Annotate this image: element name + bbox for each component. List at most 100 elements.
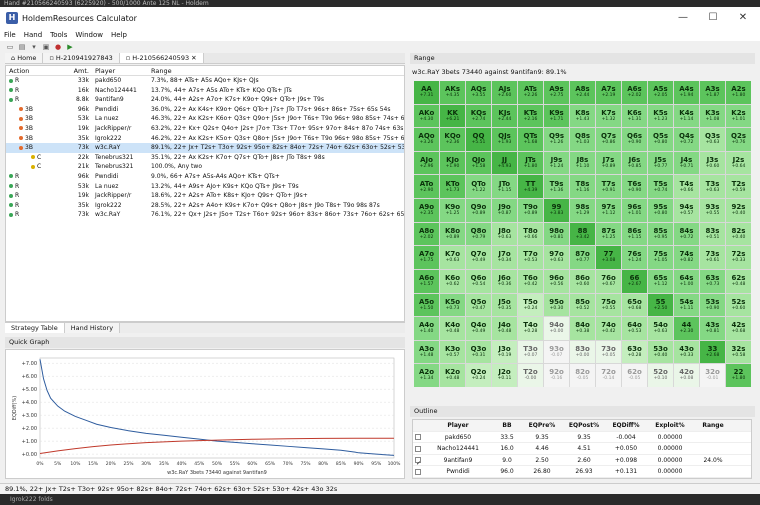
range-cell[interactable]: Q3s +0.63: [700, 128, 725, 151]
range-cell[interactable]: Q4o +0.49: [466, 317, 491, 340]
range-cell[interactable]: 42o +0.08: [674, 364, 699, 387]
range-cell[interactable]: A6o +1.57: [414, 269, 439, 293]
col-exploit[interactable]: Exploit%: [647, 420, 693, 431]
range-cell[interactable]: AA +7.31: [414, 81, 439, 104]
table-row[interactable]: C 22k Tenebrus321 35.1%, 22+ Ax K2s+ K7o+ Q…: [6, 153, 404, 163]
menu-help[interactable]: Help: [107, 29, 131, 41]
range-cell[interactable]: J2s +0.64: [726, 151, 751, 175]
player-checkbox[interactable]: [415, 434, 421, 440]
range-cell[interactable]: 92s +0.40: [726, 199, 751, 222]
range-cell[interactable]: 53o +0.40: [648, 340, 673, 364]
range-cell[interactable]: A8s +2.44: [570, 81, 595, 104]
range-cell[interactable]: K7o +0.63: [440, 246, 465, 269]
range-cell[interactable]: K3s +1.08: [700, 104, 725, 128]
range-cell[interactable]: 98s +1.29: [570, 199, 595, 222]
range-cell[interactable]: KTs +2.16: [518, 104, 543, 128]
maximize-button[interactable]: ☐: [698, 7, 728, 29]
range-cell[interactable]: 65o +0.68: [622, 293, 647, 317]
range-cell[interactable]: J5o +0.35: [492, 293, 517, 317]
range-cell[interactable]: 75s +1.05: [648, 246, 673, 269]
range-cell[interactable]: ATs +2.26: [518, 81, 543, 104]
header-range[interactable]: Range: [149, 66, 404, 75]
range-cell[interactable]: J6o +0.36: [492, 269, 517, 293]
range-cell[interactable]: QJs +1.93: [492, 128, 517, 151]
range-cell[interactable]: 95s +0.80: [648, 199, 673, 222]
range-cell[interactable]: J7s +0.89: [596, 151, 621, 175]
range-cell[interactable]: KK +6.21: [440, 104, 465, 128]
table-row[interactable]: R 96k Pwndidi 9.0%, 66+ A7s+ A5s-A4s AQo+ K…: [6, 172, 404, 182]
range-cell[interactable]: Q7o +0.49: [466, 246, 491, 269]
range-cell[interactable]: 77 +3.08: [596, 246, 621, 269]
menu-file[interactable]: File: [0, 29, 20, 41]
range-cell[interactable]: 74s +0.82: [674, 246, 699, 269]
range-cell[interactable]: Q4s +0.72: [674, 128, 699, 151]
range-cell[interactable]: A7s +2.19: [596, 81, 621, 104]
range-cell[interactable]: 88 +3.42: [570, 222, 595, 246]
minimize-button[interactable]: —: [668, 7, 698, 29]
tab-home[interactable]: ⌂ Home: [5, 53, 44, 63]
outline-row[interactable]: Nacho124441 16.0 4.46 4.51 +0.050 0.00000: [413, 443, 751, 455]
range-cell[interactable]: 63s +0.73: [700, 269, 725, 293]
range-cell[interactable]: KTo +1.73: [440, 175, 465, 199]
range-cell[interactable]: K2o +0.48: [440, 364, 465, 387]
range-cell[interactable]: 99 +3.83: [544, 199, 569, 222]
range-cell[interactable]: QTs +1.68: [518, 128, 543, 151]
range-cell[interactable]: A3s +1.87: [700, 81, 725, 104]
range-cell[interactable]: K6o +0.62: [440, 269, 465, 293]
range-cell[interactable]: 84s +0.72: [674, 222, 699, 246]
header-amount[interactable]: Amt.: [61, 66, 93, 75]
range-cell[interactable]: 55 +2.50: [648, 293, 673, 317]
range-cell[interactable]: 93s +0.55: [700, 199, 725, 222]
range-cell[interactable]: J4o +0.48: [492, 317, 517, 340]
range-cell[interactable]: A3o +1.48: [414, 340, 439, 364]
tab-hand-1[interactable]: ▫ H-210941927843: [43, 53, 120, 63]
range-cell[interactable]: 76o +0.67: [596, 269, 621, 293]
range-cell[interactable]: J7o +0.34: [492, 246, 517, 269]
range-cell[interactable]: 52o +0.10: [648, 364, 673, 387]
range-cell[interactable]: T2o -0.00: [518, 364, 543, 387]
table-row[interactable]: R 73k w3c.RaY 76.1%, 22+ Qx+ J2s+ J5o+ T2s+…: [6, 210, 404, 220]
range-cell[interactable]: T9o +0.89: [518, 199, 543, 222]
range-cell[interactable]: A4o +1.40: [414, 317, 439, 340]
range-cell[interactable]: 82o -0.05: [570, 364, 595, 387]
range-cell[interactable]: 22 +1.80: [726, 364, 751, 387]
tab-hand-history[interactable]: Hand History: [64, 323, 121, 333]
range-cell[interactable]: Q8s +1.03: [570, 128, 595, 151]
range-cell[interactable]: 62o -0.05: [622, 364, 647, 387]
range-cell[interactable]: AJo +2.96: [414, 151, 439, 175]
range-cell[interactable]: 87s +1.25: [596, 222, 621, 246]
range-cell[interactable]: J4s +0.71: [674, 151, 699, 175]
range-cell[interactable]: 83s +0.51: [700, 222, 725, 246]
range-cell[interactable]: Q6o +0.54: [466, 269, 491, 293]
range-cell[interactable]: J9o +0.87: [492, 199, 517, 222]
header-player[interactable]: Player: [93, 66, 149, 75]
range-cell[interactable]: Q8o +0.79: [466, 222, 491, 246]
open-folder-icon[interactable]: ▤: [18, 43, 26, 51]
range-cell[interactable]: K4s +1.14: [674, 104, 699, 128]
range-cell[interactable]: 62s +0.48: [726, 269, 751, 293]
range-cell[interactable]: A9o +2.35: [414, 199, 439, 222]
range-cell[interactable]: 64o +0.53: [622, 317, 647, 340]
range-cell[interactable]: ATo +2.90: [414, 175, 439, 199]
col-range[interactable]: Range: [693, 420, 733, 431]
range-cell[interactable]: 75o +0.55: [596, 293, 621, 317]
range-cell[interactable]: 87o +0.77: [570, 246, 595, 269]
range-cell[interactable]: 44 +2.30: [674, 317, 699, 340]
range-cell[interactable]: KQs +2.74: [466, 104, 491, 128]
range-cell[interactable]: T3o +0.07: [518, 340, 543, 364]
range-cell[interactable]: 86o +0.60: [570, 269, 595, 293]
col-bb[interactable]: BB: [493, 420, 521, 431]
range-cell[interactable]: 94o +0.00: [544, 317, 569, 340]
range-cell[interactable]: T3s +0.63: [700, 175, 725, 199]
range-cell[interactable]: 73s +0.61: [700, 246, 725, 269]
range-cell[interactable]: A6s +2.02: [622, 81, 647, 104]
range-cell[interactable]: JTo +1.15: [492, 175, 517, 199]
range-cell[interactable]: QQ +5.51: [466, 128, 491, 151]
range-cell[interactable]: 43s +0.81: [700, 317, 725, 340]
range-cell[interactable]: Q9s +1.26: [544, 128, 569, 151]
range-cell[interactable]: AQo +3.26: [414, 128, 439, 151]
outline-row[interactable]: ✓ 9antifan9 9.0 2.50 2.60 +0.098 0.00000 24.0%: [413, 455, 751, 467]
range-cell[interactable]: Q9o +0.89: [466, 199, 491, 222]
range-cell[interactable]: 96s +1.01: [622, 199, 647, 222]
range-cell[interactable]: K8o +0.89: [440, 222, 465, 246]
